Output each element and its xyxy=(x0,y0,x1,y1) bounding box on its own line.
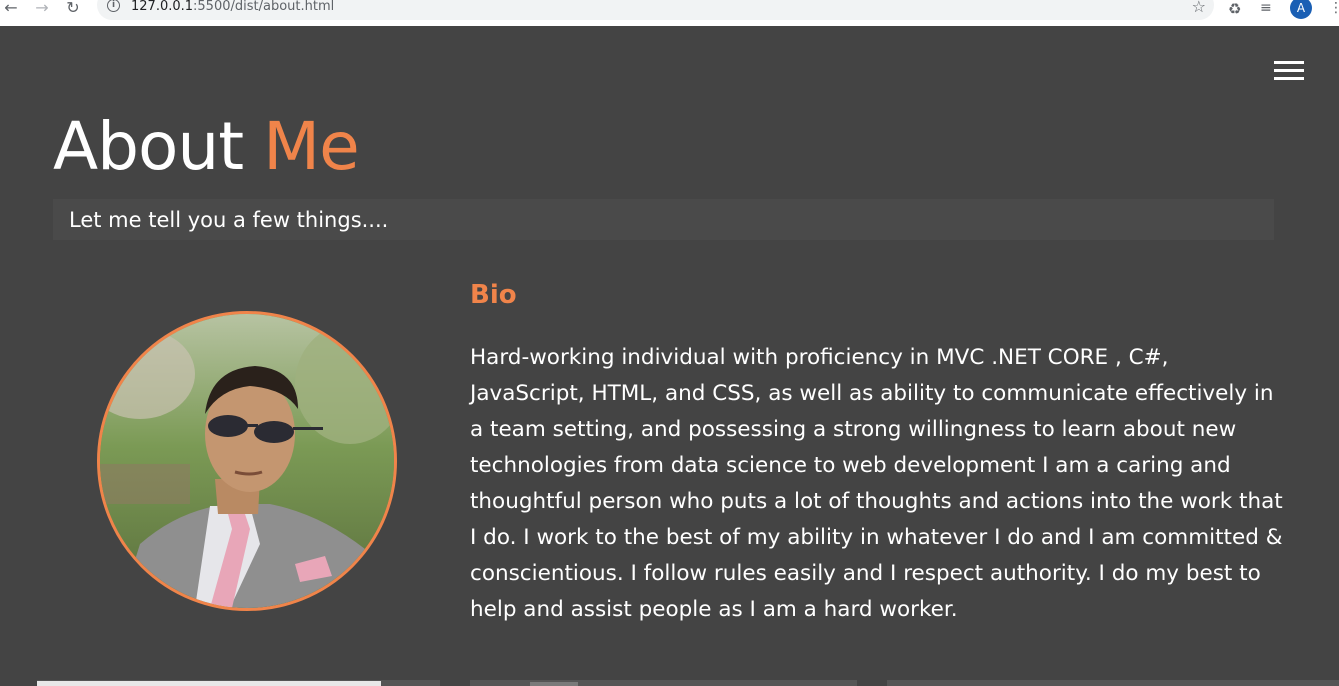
back-arrow-icon[interactable]: ← xyxy=(2,0,20,18)
page-title-accent: Me xyxy=(263,108,360,185)
info-icon[interactable]: i xyxy=(107,0,120,12)
hamburger-line xyxy=(1274,77,1304,80)
profile-avatar[interactable]: A xyxy=(1290,0,1312,19)
more-menu-icon[interactable]: ⋮ xyxy=(1329,0,1339,16)
bottom-card-2 xyxy=(470,680,857,686)
star-icon[interactable]: ☆ xyxy=(1192,0,1206,16)
bottom-card-1 xyxy=(37,680,440,686)
bottom-card-1-fill xyxy=(37,681,381,686)
hamburger-line xyxy=(1274,61,1304,64)
url-host: 127.0.0.1 xyxy=(131,0,194,14)
bottom-card-2-fill xyxy=(530,682,578,686)
media-control-icon[interactable]: ≡ xyxy=(1260,0,1272,16)
hamburger-line xyxy=(1274,69,1304,72)
bottom-card-3 xyxy=(887,680,1339,686)
profile-photo-image xyxy=(100,314,394,608)
tagline: Let me tell you a few things.... xyxy=(69,208,389,232)
extensions-icon[interactable]: ♻ xyxy=(1228,0,1241,18)
bio-paragraph: Hard-working individual with proficiency… xyxy=(470,345,1283,622)
url-path: :5500/dist/about.html xyxy=(193,0,335,14)
profile-photo xyxy=(97,311,397,611)
browser-toolbar: ← → ↻ i 127.0.0.1:5500/dist/about.html ☆… xyxy=(0,0,1339,26)
forward-arrow-icon[interactable]: → xyxy=(33,0,51,18)
address-bar[interactable]: i 127.0.0.1:5500/dist/about.html ☆ xyxy=(97,0,1214,20)
hamburger-menu-icon[interactable] xyxy=(1274,61,1304,83)
tagline-bar: Let me tell you a few things.... xyxy=(53,199,1274,240)
bio-heading: Bio xyxy=(470,280,517,310)
url-text[interactable]: 127.0.0.1:5500/dist/about.html xyxy=(131,0,334,14)
page-title-main: About xyxy=(53,108,244,185)
page-title: About Me xyxy=(53,108,360,185)
reload-icon[interactable]: ↻ xyxy=(64,0,82,18)
